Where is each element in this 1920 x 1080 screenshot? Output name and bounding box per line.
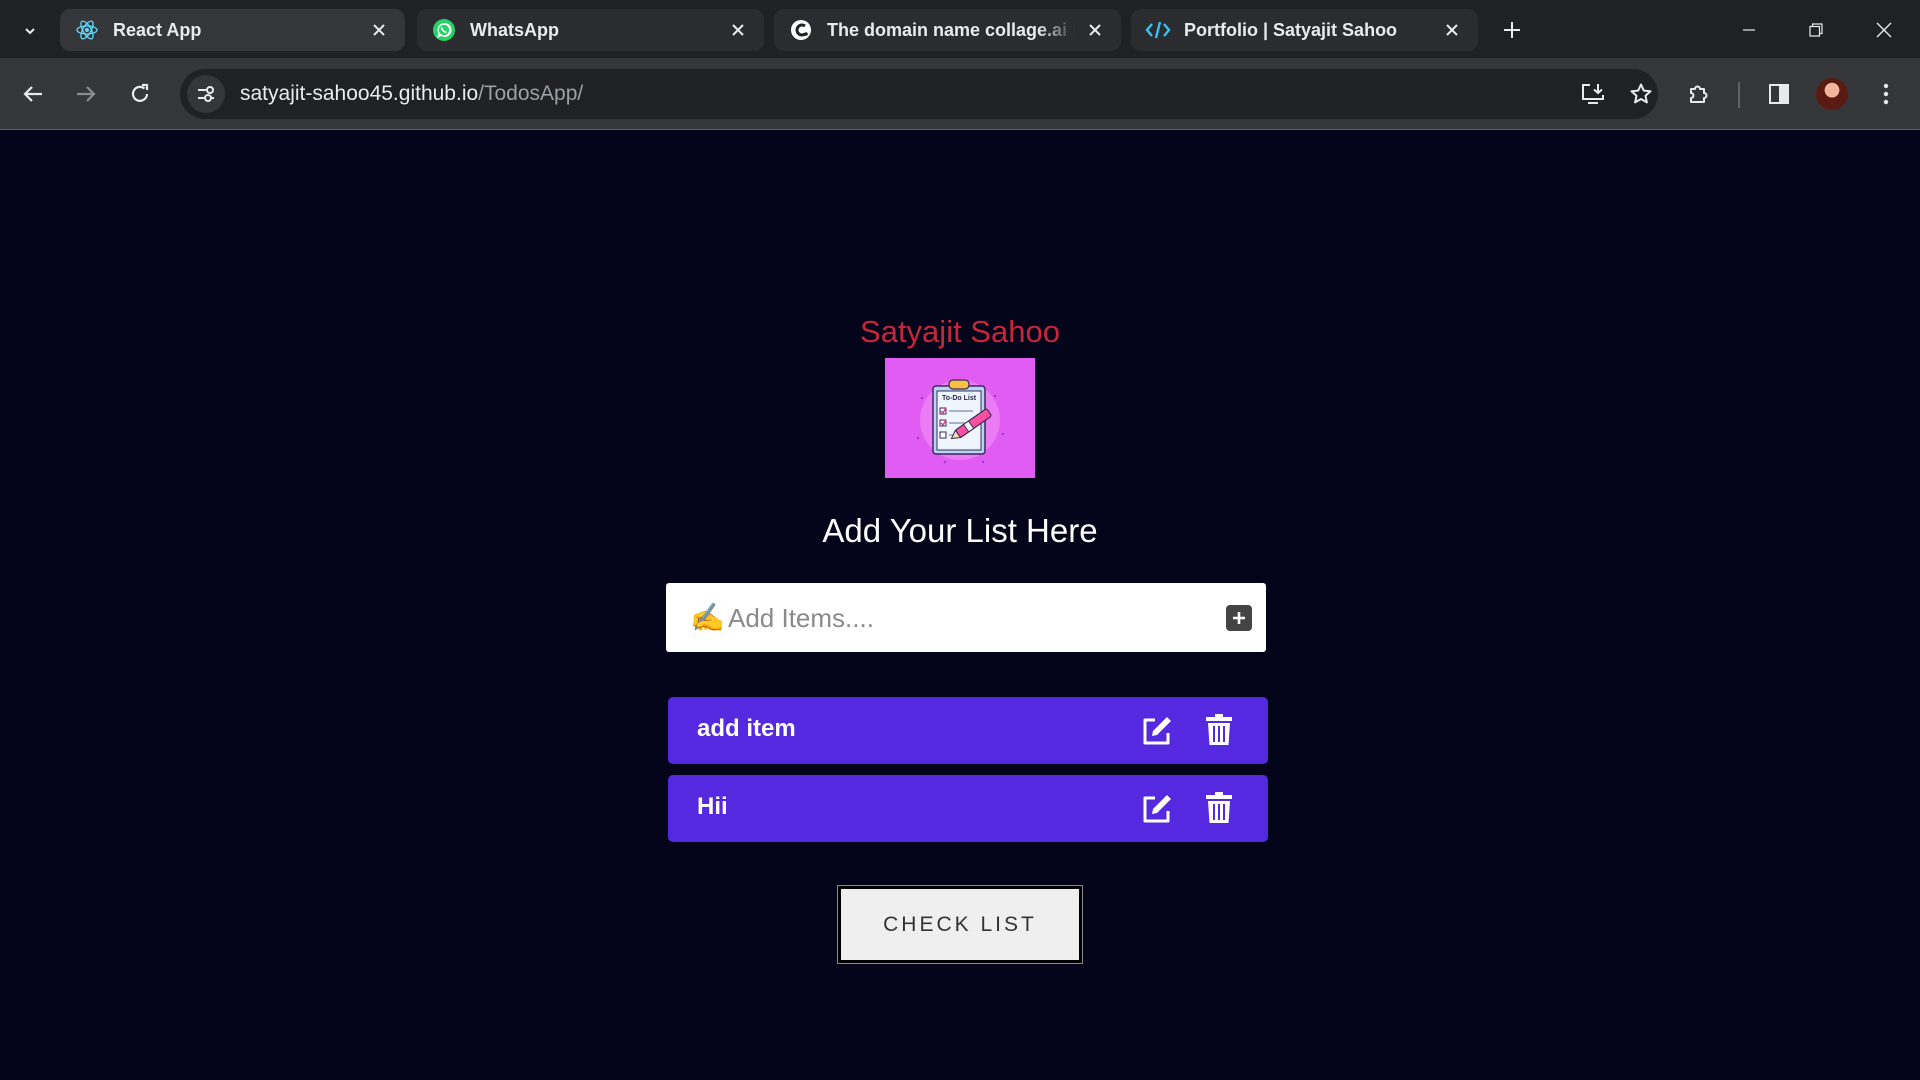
list-item-label: add item <box>697 715 796 742</box>
plus-icon <box>1504 22 1520 38</box>
forward-button[interactable] <box>66 74 106 114</box>
author-name: Satyajit Sahoo <box>860 314 1060 349</box>
tab-title: Portfolio | Satyajit Sahoo <box>1184 19 1398 40</box>
chevron-down-icon <box>25 28 35 35</box>
close-icon[interactable] <box>367 18 391 42</box>
tab-title: The domain name collage.ai is <box>827 19 1075 40</box>
url-text: satyajit-sahoo45.github.io/TodosApp/ <box>240 82 583 106</box>
tab-collage[interactable]: The domain name collage.ai is <box>774 9 1121 51</box>
close-icon <box>1876 22 1892 38</box>
close-icon[interactable] <box>726 18 750 42</box>
edit-item-button[interactable] <box>1140 714 1174 748</box>
check-list-button[interactable]: CHECK LIST <box>838 886 1082 963</box>
close-icon[interactable] <box>1083 18 1107 42</box>
writing-hand-icon: ✍️ <box>690 602 725 633</box>
reload-icon <box>131 83 149 102</box>
trash-icon <box>1206 792 1232 823</box>
page-heading: Add Your List Here <box>822 512 1098 549</box>
tab-search-button[interactable] <box>10 14 50 48</box>
tab-portfolio[interactable]: Portfolio | Satyajit Sahoo <box>1131 9 1478 51</box>
edit-icon <box>1143 795 1171 823</box>
tab-react-app[interactable]: React App <box>60 9 405 51</box>
arrow-left-icon <box>23 86 42 102</box>
plus-icon <box>1233 612 1245 624</box>
minimize-icon <box>1743 29 1755 31</box>
page-content: Satyajit Sahoo To-Do List Add Your List … <box>0 130 1920 1080</box>
delete-item-button[interactable] <box>1204 791 1234 825</box>
side-panel-button[interactable] <box>1759 74 1799 114</box>
tab-title: React App <box>113 19 202 40</box>
bookmark-star-icon[interactable] <box>1621 74 1661 114</box>
browser-toolbar: satyajit-sahoo45.github.io/TodosApp/ <box>0 58 1920 130</box>
reload-button[interactable] <box>120 74 160 114</box>
extensions-button[interactable] <box>1679 74 1719 114</box>
side-panel-icon <box>1769 84 1789 104</box>
edit-item-button[interactable] <box>1140 792 1174 826</box>
restore-button[interactable] <box>1793 10 1839 50</box>
list-item-label: Hii <box>697 793 728 820</box>
add-item-input[interactable] <box>728 593 1198 643</box>
react-icon <box>74 17 100 43</box>
address-bar[interactable]: satyajit-sahoo45.github.io/TodosApp/ <box>180 69 1658 119</box>
site-info-icon[interactable] <box>187 75 225 113</box>
list-item: Hii <box>668 775 1268 842</box>
url-host: satyajit-sahoo45.github.io <box>240 82 479 105</box>
tab-whatsapp[interactable]: WhatsApp <box>417 9 764 51</box>
edit-icon <box>1143 717 1171 745</box>
profile-avatar[interactable] <box>1816 78 1848 110</box>
more-vert-icon <box>1883 83 1889 105</box>
collage-icon <box>788 17 814 43</box>
add-item-box: ✍️ <box>666 583 1266 652</box>
toolbar-divider <box>1738 82 1740 108</box>
todo-list-logo: To-Do List <box>885 358 1035 478</box>
minimize-button[interactable] <box>1726 10 1772 50</box>
whatsapp-icon <box>431 17 457 43</box>
add-item-button[interactable] <box>1226 605 1252 631</box>
install-app-icon[interactable] <box>1573 74 1613 114</box>
code-icon <box>1145 17 1171 43</box>
back-button[interactable] <box>13 74 53 114</box>
close-window-button[interactable] <box>1861 10 1907 50</box>
close-icon[interactable] <box>1440 18 1464 42</box>
arrow-right-icon <box>77 86 96 102</box>
restore-icon <box>1809 23 1823 37</box>
url-path: /TodosApp/ <box>478 82 584 105</box>
tab-strip: React App WhatsApp The domain name colla… <box>0 0 1920 58</box>
new-tab-button[interactable] <box>1494 12 1530 48</box>
list-item: add item <box>668 697 1268 764</box>
logo-caption: To-Do List <box>942 395 977 402</box>
trash-icon <box>1206 714 1232 745</box>
delete-item-button[interactable] <box>1204 713 1234 747</box>
menu-button[interactable] <box>1866 74 1906 114</box>
puzzle-icon <box>1690 85 1708 103</box>
tab-title: WhatsApp <box>470 19 559 40</box>
